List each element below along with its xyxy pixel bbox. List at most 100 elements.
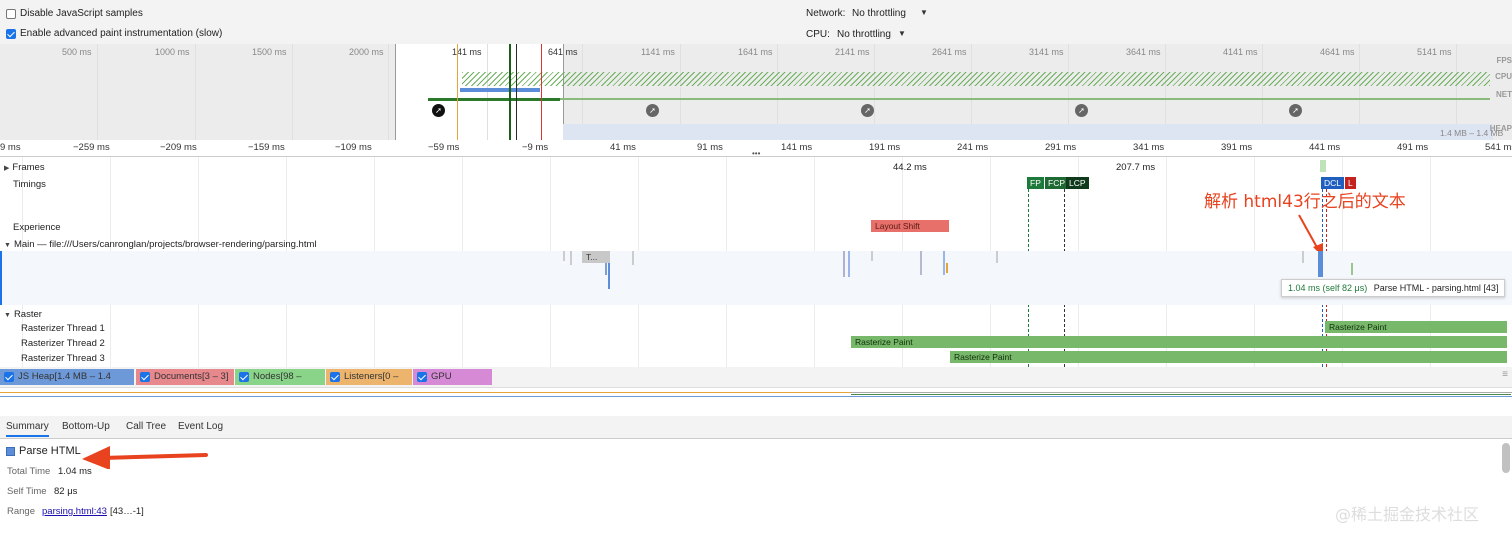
frame-block[interactable] [1320, 160, 1326, 172]
disable-js-samples-checkbox[interactable] [6, 9, 16, 19]
overview-tick: 2641 ms [932, 47, 967, 57]
rasterizer-thread-2-label: Rasterizer Thread 2 [21, 338, 105, 349]
net-request-bar [460, 88, 540, 92]
net-lane-label: NET [1496, 90, 1512, 99]
main-thread-track-header[interactable]: ▼ Main — file:///Users/canronglan/project… [4, 239, 316, 250]
range-label: Range [7, 506, 35, 517]
raster-track-header[interactable]: ▼ Raster [4, 309, 42, 320]
overview-selection-window[interactable] [395, 44, 564, 140]
chevron-down-icon: ▼ [898, 29, 906, 38]
frames-track-header[interactable]: ▶ Frames [4, 162, 45, 173]
frame-duration: 44.2 ms [893, 162, 927, 173]
advanced-paint-checkbox[interactable] [6, 29, 16, 39]
overview-tick: 4141 ms [1223, 47, 1258, 57]
ruler-tick: 391 ms [1221, 142, 1253, 153]
cpu-activity-band [462, 72, 1490, 86]
cpu-throttle-select[interactable]: No throttling [837, 29, 891, 40]
range-source-link[interactable]: parsing.html:43 [42, 506, 107, 517]
js-heap-counter[interactable]: JS Heap[1.4 MB – 1.4 MB] [0, 369, 134, 398]
ruler-tick: −259 ms [73, 142, 110, 153]
screenshot-marker-icon[interactable]: ➚ [1289, 104, 1302, 117]
ruler-tick: −109 ms [335, 142, 372, 153]
summary-panel: Parse HTML Total Time 1.04 ms Self Time … [0, 439, 1512, 539]
counters-graph [0, 388, 1512, 417]
drag-handle-icon[interactable]: ≡ [1502, 369, 1508, 380]
overview-tick: 1641 ms [738, 47, 773, 57]
marker-line [516, 44, 517, 140]
tooltip-time: 1.04 ms (self 82 μs) [1288, 283, 1368, 293]
frame-duration: 207.7 ms [1116, 162, 1156, 173]
ruler-tick: 91 ms [697, 142, 723, 153]
event-color-swatch [6, 447, 15, 456]
heap-graph [563, 124, 1493, 140]
timings-track-header[interactable]: Timings [13, 179, 46, 190]
tab-bottom-up[interactable]: Bottom-Up [62, 421, 110, 432]
tab-call-tree[interactable]: Call Tree [126, 421, 166, 432]
fcp-badge[interactable]: FCP [1045, 177, 1068, 189]
experience-track-header[interactable]: Experience [13, 222, 61, 233]
total-time-label: Total Time [7, 466, 51, 477]
fp-badge[interactable]: FP [1027, 177, 1044, 189]
overview-tick: 1500 ms [252, 47, 287, 57]
rasterize-paint-event[interactable]: Rasterize Paint [950, 351, 1507, 363]
ruler-tick: 41 ms [610, 142, 636, 153]
ruler-tick: −9 ms [522, 142, 549, 153]
flame-chart[interactable]: ▶ Frames 44.2 ms 207.7 ms Timings FP FCP … [0, 157, 1512, 367]
self-time-value: 82 μs [54, 486, 78, 497]
marker-line [541, 44, 542, 140]
layout-shift-event[interactable]: Layout Shift [871, 220, 949, 232]
overview-unselected-left [0, 44, 395, 140]
screenshot-marker-icon[interactable]: ➚ [432, 104, 445, 117]
parse-html-event[interactable] [1318, 251, 1323, 277]
summary-title: Parse HTML [19, 445, 81, 457]
overview-tick: 1000 ms [155, 47, 190, 57]
event-tooltip: 1.04 ms (self 82 μs) Parse HTML - parsin… [1281, 279, 1506, 297]
task-event[interactable]: T... [582, 251, 610, 263]
marker-line [509, 44, 511, 140]
overview-tick: 5141 ms [1417, 47, 1452, 57]
frames-strip [560, 98, 1490, 100]
rasterize-paint-event[interactable]: Rasterize Paint [1325, 321, 1507, 333]
details-tab-bar: Summary Bottom-Up Call Tree Event Log [0, 416, 1512, 439]
nodes-counter[interactable]: Nodes[98 – 140] [235, 369, 325, 398]
ruler-tick: −59 ms [428, 142, 460, 153]
overview-tick: 3641 ms [1126, 47, 1161, 57]
tab-event-log[interactable]: Event Log [178, 421, 223, 432]
tooltip-description: Parse HTML - parsing.html [43] [1373, 283, 1499, 293]
marker-line [457, 44, 458, 140]
ruler-tick: −209 ms [160, 142, 197, 153]
screenshot-marker-icon[interactable]: ➚ [1075, 104, 1088, 117]
overview-tick: 1141 ms [641, 47, 675, 57]
ruler-tick: 9 ms [0, 142, 21, 153]
fps-lane-label: FPS [1496, 56, 1512, 65]
ruler-tick: 291 ms [1045, 142, 1077, 153]
overview-tick: 641 ms [548, 47, 578, 57]
summary-scrollbar[interactable] [1502, 443, 1510, 473]
advanced-paint-label: Enable advanced paint instrumentation (s… [20, 28, 223, 39]
timeline-overview[interactable]: 500 ms 1000 ms 1500 ms 2000 ms 141 ms 64… [0, 44, 1512, 141]
ruler-tick: 341 ms [1133, 142, 1165, 153]
ruler-tick: 541 ms [1485, 142, 1512, 153]
total-time-value: 1.04 ms [58, 466, 92, 477]
ruler-tick: 141 ms [781, 142, 813, 153]
capture-settings-bar: Disable JavaScript samples Enable advanc… [0, 0, 1512, 45]
tab-summary[interactable]: Summary [6, 421, 49, 437]
screenshot-marker-icon[interactable]: ➚ [861, 104, 874, 117]
disable-js-samples-label: Disable JavaScript samples [20, 8, 143, 19]
heap-range-label: 1.4 MB – 1.4 MB [1440, 128, 1504, 138]
ruler-tick: 191 ms [869, 142, 901, 153]
rasterize-paint-event[interactable]: Rasterize Paint [851, 336, 1507, 348]
documents-counter[interactable]: Documents[3 – 3] [136, 369, 234, 385]
ruler-tick: 241 ms [957, 142, 989, 153]
network-throttle-select[interactable]: No throttling [852, 8, 906, 19]
selected-track-indicator [0, 251, 2, 305]
ruler-tick: 441 ms [1309, 142, 1341, 153]
screenshot-marker-icon[interactable]: ➚ [646, 104, 659, 117]
annotation-text: 解析 html43行之后的文本 [1204, 192, 1406, 212]
lcp-badge[interactable]: LCP [1066, 177, 1089, 189]
time-ruler: 9 ms −259 ms −209 ms −159 ms −109 ms −59… [0, 140, 1512, 158]
overview-tick: 3141 ms [1029, 47, 1064, 57]
gpu-memory-counter[interactable]: GPU Memory [413, 369, 492, 398]
listeners-counter[interactable]: Listeners[0 – 1] [326, 369, 412, 398]
memory-counters-bar: JS Heap[1.4 MB – 1.4 MB] Documents[3 – 3… [0, 367, 1512, 398]
